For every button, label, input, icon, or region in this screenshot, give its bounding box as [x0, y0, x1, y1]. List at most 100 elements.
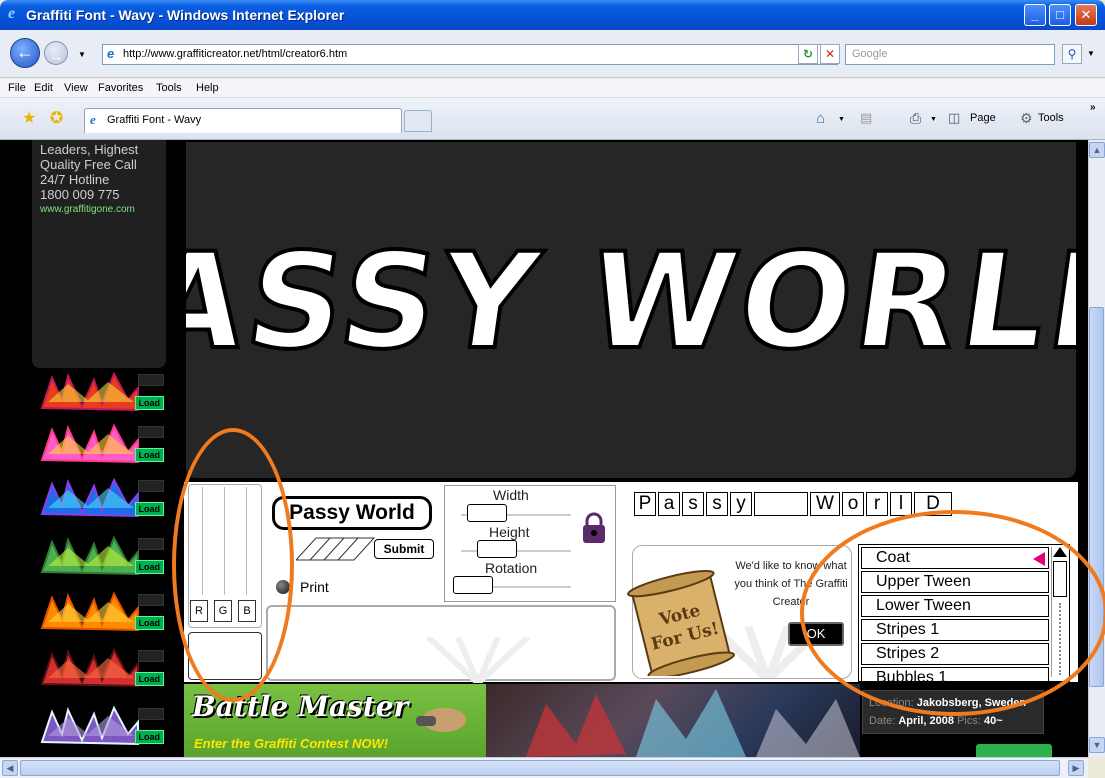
- chevron-more-icon[interactable]: »: [1090, 102, 1096, 113]
- add-favorites-icon[interactable]: ✪: [50, 108, 63, 128]
- window-title-bar[interactable]: e Graffiti Font - Wavy - Windows Interne…: [0, 0, 1105, 30]
- load-button[interactable]: Load: [134, 448, 164, 462]
- thumbnail-slot: [138, 650, 164, 662]
- horizontal-scroll-thumb[interactable]: [20, 760, 1060, 776]
- letter-box[interactable]: y: [730, 492, 752, 516]
- search-icon[interactable]: ⚲: [1062, 44, 1082, 64]
- scroll-down-icon[interactable]: ▼: [1089, 737, 1105, 753]
- input-stripes-decoration: [296, 537, 376, 561]
- spray-can-icon: [416, 708, 466, 732]
- window-title: Graffiti Font - Wavy - Windows Internet …: [26, 7, 345, 23]
- text-area[interactable]: [266, 605, 616, 683]
- letter-box[interactable]: l: [890, 492, 912, 516]
- horizontal-scrollbar[interactable]: ◀ ▶: [0, 757, 1088, 778]
- annotation-oval-parts-list: [800, 510, 1105, 716]
- ad-line: Quality Free Call: [40, 157, 137, 172]
- view-button[interactable]: [976, 744, 1052, 758]
- load-button[interactable]: Load: [134, 560, 164, 574]
- tab-favicon-icon: e: [90, 112, 96, 127]
- graffiti-photo[interactable]: [486, 684, 860, 757]
- style-thumbnail[interactable]: Load: [32, 476, 166, 518]
- thumbnail-slot: [138, 426, 164, 438]
- load-button[interactable]: Load: [134, 616, 164, 630]
- letter-box[interactable]: s: [682, 492, 704, 516]
- menu-favorites[interactable]: Favorites: [98, 82, 143, 94]
- page-menu[interactable]: Page: [970, 112, 996, 124]
- scroll-right-icon[interactable]: ▶: [1068, 760, 1084, 776]
- lock-icon[interactable]: [581, 512, 607, 544]
- menu-file[interactable]: File: [8, 82, 26, 94]
- menu-edit[interactable]: Edit: [34, 82, 53, 94]
- print-icon[interactable]: ⎙: [910, 110, 921, 127]
- style-thumbnail[interactable]: Load: [32, 704, 166, 746]
- style-thumbnail[interactable]: Load: [32, 422, 166, 464]
- new-tab-button[interactable]: [404, 110, 432, 132]
- rotation-slider-handle[interactable]: [453, 576, 493, 594]
- gear-icon[interactable]: ⚙: [1020, 110, 1033, 127]
- scroll-up-icon[interactable]: ▲: [1089, 142, 1105, 158]
- graffiti-thumbnail-art: [40, 705, 139, 746]
- letter-box[interactable]: W: [810, 492, 840, 516]
- graffiti-canvas[interactable]: PASSY WORLD: [41, 140, 1105, 480]
- letter-box[interactable]: [754, 492, 808, 516]
- menu-tools[interactable]: Tools: [156, 82, 182, 94]
- ad-line: 1800 009 775: [40, 187, 120, 202]
- address-input[interactable]: e http://www.graffiticreator.net/html/cr…: [102, 44, 838, 65]
- letter-box[interactable]: s: [706, 492, 728, 516]
- search-options-icon[interactable]: ▼: [1087, 49, 1095, 58]
- menu-help[interactable]: Help: [196, 82, 219, 94]
- maximize-button[interactable]: □: [1049, 4, 1071, 26]
- stop-icon[interactable]: ✕: [820, 44, 840, 64]
- ie-logo-icon: e: [8, 5, 16, 22]
- letter-box[interactable]: a: [658, 492, 680, 516]
- tools-menu[interactable]: Tools: [1038, 112, 1064, 124]
- home-dropdown-icon[interactable]: ▼: [838, 116, 845, 123]
- refresh-icon[interactable]: ↻: [798, 44, 818, 64]
- graffiti-render: PASSY WORLD: [41, 224, 1105, 381]
- name-input[interactable]: Passy World: [272, 496, 432, 530]
- pics-label: Pics:: [957, 715, 981, 727]
- print-dropdown-icon[interactable]: ▼: [930, 116, 937, 123]
- graffiti-thumbnail-art: [40, 535, 139, 576]
- minimize-button[interactable]: _: [1024, 4, 1046, 26]
- letter-box[interactable]: r: [866, 492, 888, 516]
- search-input[interactable]: Google: [845, 44, 1055, 65]
- thumbnail-slot: [138, 480, 164, 492]
- address-url: http://www.graffiticreator.net/html/crea…: [123, 48, 348, 60]
- vote-scroll-icon[interactable]: Vote For Us!: [626, 564, 738, 676]
- menu-view[interactable]: View: [64, 82, 88, 94]
- tab-graffiti-font-wavy[interactable]: e Graffiti Font - Wavy: [84, 108, 402, 133]
- ad-url: www.graffitigone.com: [40, 204, 135, 215]
- favorites-star-icon[interactable]: ★: [22, 108, 36, 128]
- width-slider-handle[interactable]: [467, 504, 507, 522]
- date-value: April, 2008: [898, 715, 954, 727]
- page-icon[interactable]: ◫: [948, 110, 960, 126]
- load-button[interactable]: Load: [134, 396, 164, 410]
- forward-arrow-icon: →: [49, 48, 63, 64]
- forward-button[interactable]: →: [44, 41, 68, 65]
- pics-value: 40~: [983, 715, 1003, 727]
- graffiti-thumbnail-art: [40, 423, 139, 464]
- submit-button[interactable]: Submit: [374, 539, 434, 559]
- close-button[interactable]: ✕: [1075, 4, 1097, 26]
- style-thumbnail[interactable]: Load: [32, 534, 166, 576]
- scroll-left-icon[interactable]: ◀: [2, 760, 18, 776]
- home-icon[interactable]: ⌂: [816, 110, 825, 127]
- style-thumbnail[interactable]: Load: [32, 590, 166, 632]
- back-button[interactable]: ←: [10, 38, 40, 68]
- letter-box[interactable]: o: [842, 492, 864, 516]
- width-label: Width: [493, 487, 529, 503]
- sidebar-ad[interactable]: Leaders, Highest Quality Free Call 24/7 …: [32, 140, 166, 368]
- ad-line: 24/7 Hotline: [40, 172, 110, 187]
- load-button[interactable]: Load: [134, 672, 164, 686]
- style-thumbnail[interactable]: Load: [32, 370, 166, 412]
- load-button[interactable]: Load: [134, 730, 164, 744]
- load-button[interactable]: Load: [134, 502, 164, 516]
- letter-box[interactable]: P: [634, 492, 656, 516]
- feeds-icon[interactable]: ▤: [860, 110, 872, 126]
- transform-sliders: Width Height Rotation: [444, 485, 616, 602]
- height-slider-handle[interactable]: [477, 540, 517, 558]
- style-thumbnail[interactable]: Load: [32, 646, 166, 688]
- history-dropdown-icon[interactable]: ▼: [78, 50, 86, 59]
- address-toolbar: ← → ▼ e http://www.graffiticreator.net/h…: [0, 30, 1105, 78]
